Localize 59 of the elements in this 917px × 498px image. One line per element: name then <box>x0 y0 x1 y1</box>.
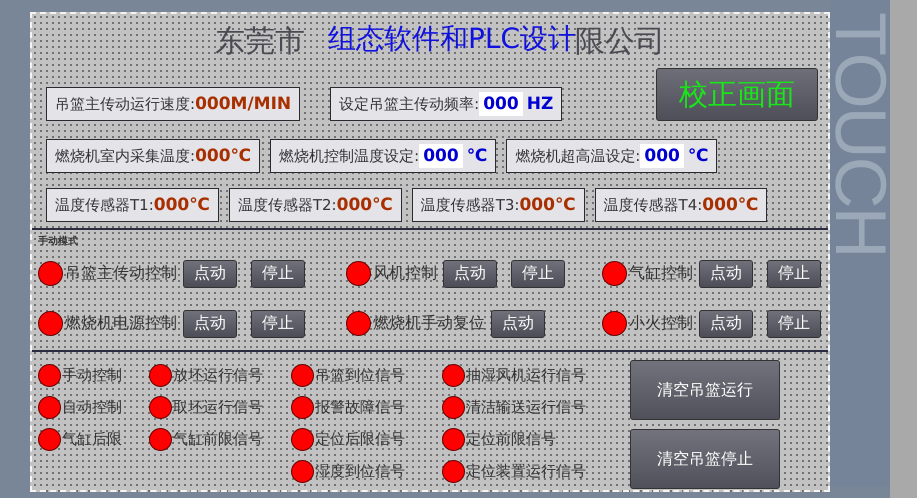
field-label: 燃烧机超高温设定: <box>515 146 640 166</box>
signal-label: 手动控制 <box>62 366 122 385</box>
signal-label: 报警故障信号 <box>315 398 405 417</box>
signal-label: 定位装置运行信号 <box>466 462 586 481</box>
control-label: 燃烧机电源控制 <box>65 313 177 334</box>
field-value: 000℃ <box>195 146 252 166</box>
field-value: 000M/MIN <box>195 94 292 114</box>
control-button[interactable]: 点动 <box>699 310 753 338</box>
field-value: 000℃ <box>519 195 576 215</box>
control-button[interactable]: 点动 <box>183 310 237 338</box>
company-title: 限公司 <box>575 22 665 60</box>
clear-basket-button[interactable]: 清空吊篮停止 <box>630 429 780 489</box>
control-label: 气缸控制 <box>629 263 693 284</box>
setting-input[interactable]: 000 <box>640 144 684 168</box>
control-button[interactable]: 停止 <box>251 310 305 338</box>
field-value: 000℃ <box>336 195 393 215</box>
field-label: 温度传感器T3: <box>420 196 520 214</box>
field-label: 设定吊篮主传动频率: <box>339 94 480 114</box>
company-title: 东莞市 <box>215 22 305 60</box>
control-button[interactable]: 停止 <box>251 260 305 288</box>
signal-label: 气缸前限信号 <box>173 430 263 449</box>
field-label: 燃烧机室内采集温度: <box>55 146 196 166</box>
field-value: 000℃ <box>154 195 210 215</box>
control-label: 风机控制 <box>373 263 437 284</box>
section-label: 手动模式 <box>38 234 79 248</box>
control-button[interactable]: 点动 <box>491 310 545 338</box>
control-label: 吊篮主传动控制 <box>65 263 177 284</box>
signal-label: 取坯运行信号 <box>173 398 263 417</box>
unit-label: ℃ <box>688 146 708 166</box>
field-label: 吊篮主传动运行速度: <box>55 94 196 114</box>
setting-input[interactable]: 000 <box>419 144 463 168</box>
signal-label: 清洁输送运行信号 <box>466 398 586 417</box>
control-button[interactable]: 点动 <box>443 260 497 288</box>
clear-basket-button[interactable]: 清空吊篮运行 <box>630 360 780 420</box>
field-label: 温度传感器T2: <box>238 196 337 214</box>
control-label: 燃烧机手动复位 <box>373 313 485 334</box>
control-label: 小火控制 <box>629 313 693 334</box>
signal-label: 抽湿风机运行信号 <box>466 366 586 385</box>
signal-label: 吊篮到位信号 <box>315 366 405 385</box>
signal-label: 自动控制 <box>62 398 122 417</box>
signal-label: 定位前限信号 <box>466 430 556 449</box>
signal-label: 定位后限信号 <box>315 430 405 449</box>
control-button[interactable]: 停止 <box>511 260 565 288</box>
unit-label: ℃ <box>466 146 488 166</box>
control-button[interactable]: 停止 <box>767 260 821 288</box>
unit-label: HZ <box>526 94 554 114</box>
field-label: 温度传感器T4: <box>604 196 702 214</box>
signal-label: 放坯运行信号 <box>173 366 263 385</box>
control-button[interactable]: 点动 <box>699 260 753 288</box>
field-label: 温度传感器T1: <box>55 196 154 214</box>
field-value: 000℃ <box>702 195 758 215</box>
overlay-title: 组态软件和PLC设计 <box>328 21 576 57</box>
field-label: 燃烧机控制温度设定: <box>279 146 420 166</box>
setting-input[interactable]: 000 <box>479 92 523 116</box>
control-button[interactable]: 点动 <box>183 260 237 288</box>
signal-label: 湿度到位信号 <box>315 462 405 481</box>
calibrate-button[interactable]: 校正画面 <box>656 68 818 121</box>
control-button[interactable]: 停止 <box>767 310 821 338</box>
signal-label: 气缸后限 <box>62 430 122 449</box>
